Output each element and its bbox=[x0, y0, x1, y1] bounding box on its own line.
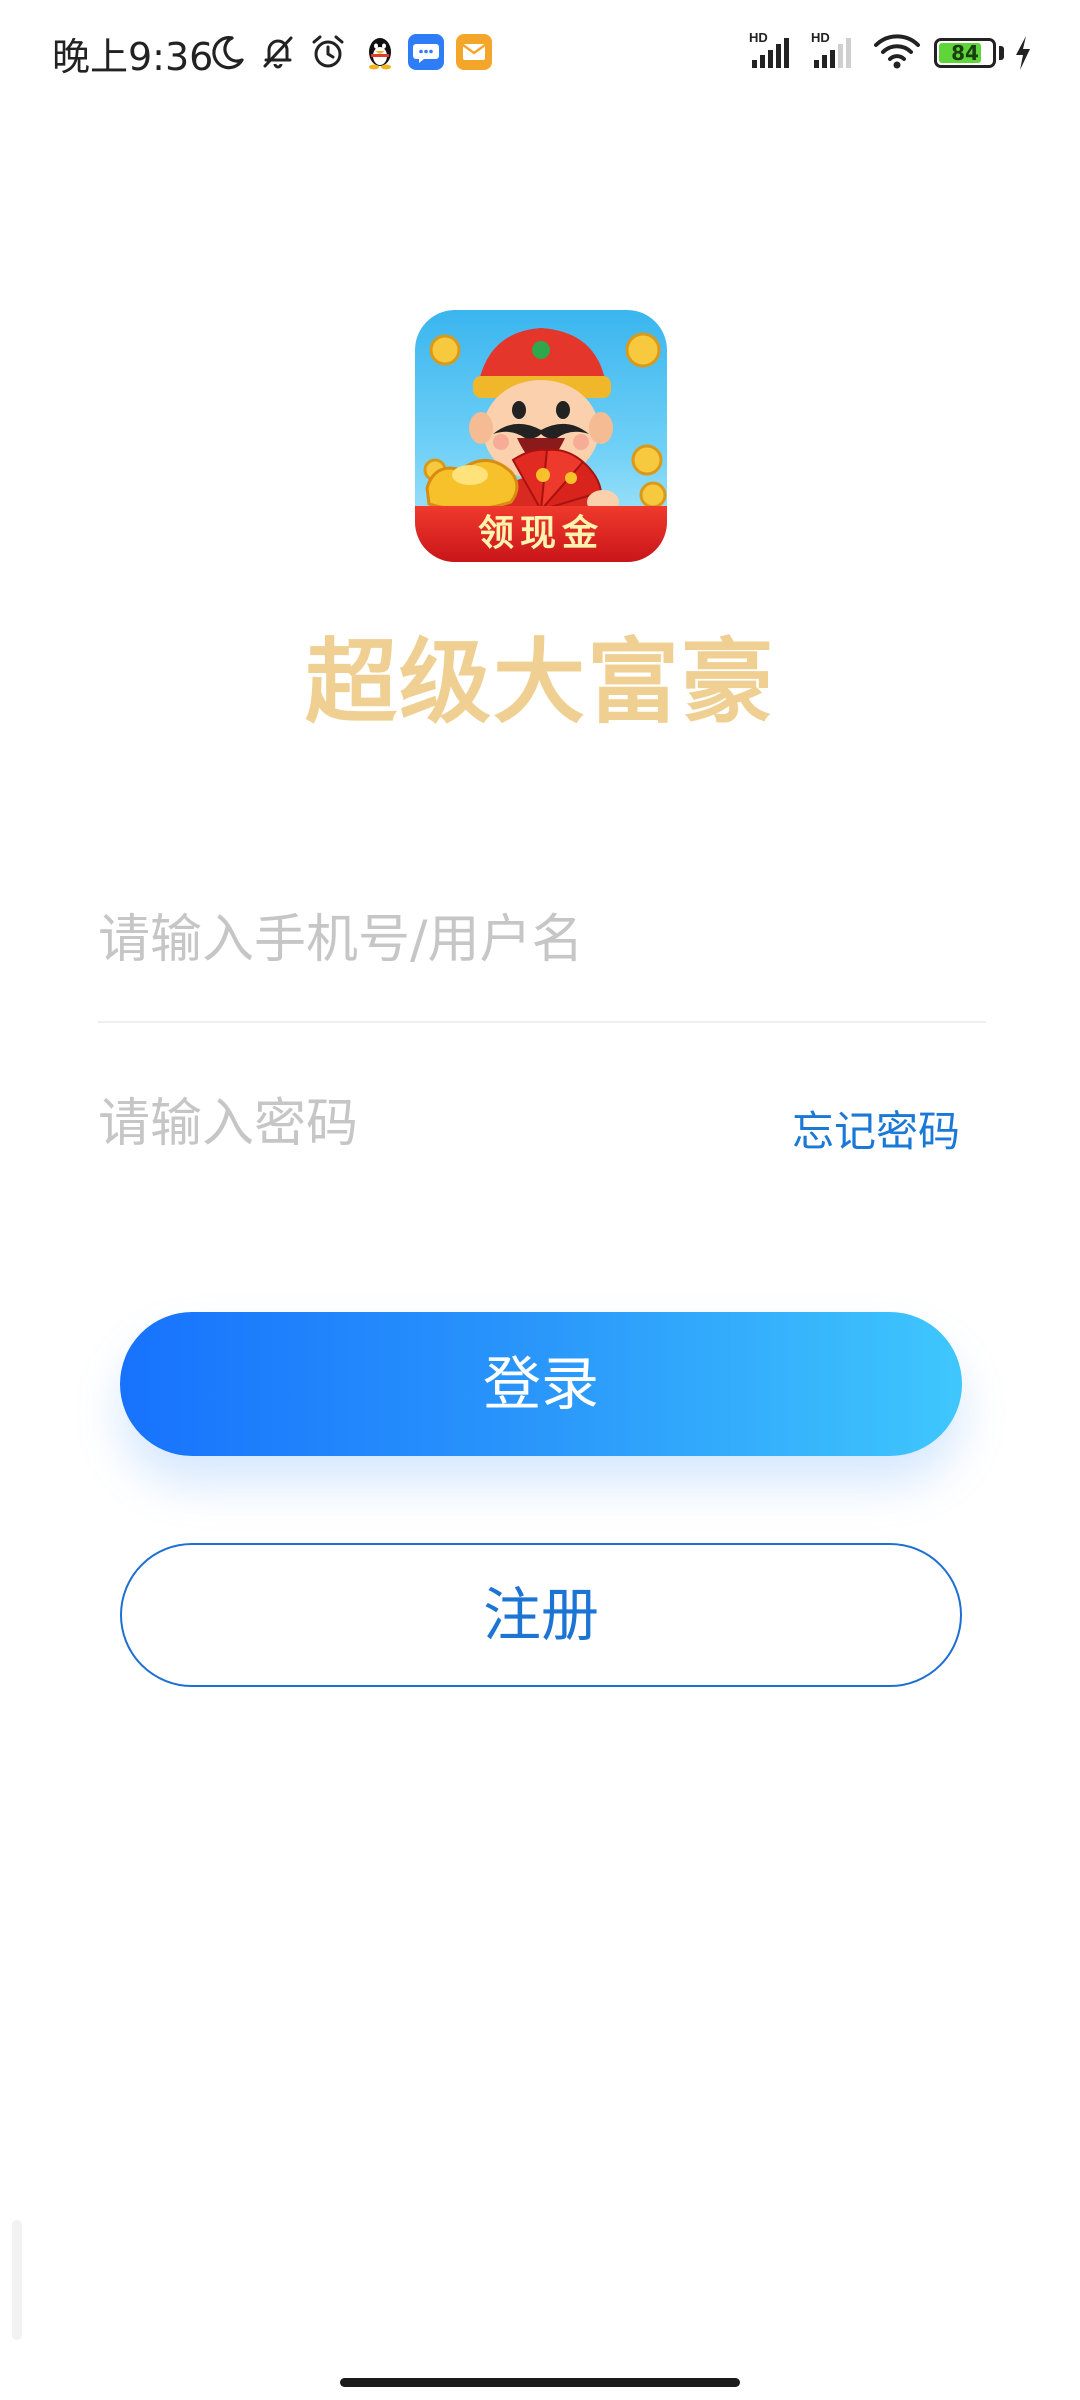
logo-banner-text: 领现金 bbox=[415, 506, 667, 562]
field-divider bbox=[98, 1021, 986, 1023]
alarm-icon bbox=[308, 32, 348, 72]
moon-icon bbox=[208, 32, 248, 72]
wifi-icon bbox=[872, 30, 922, 72]
app-logo: 领现金 bbox=[415, 310, 667, 562]
hd-signal-icon: HD bbox=[748, 30, 800, 72]
charging-icon bbox=[1012, 34, 1034, 72]
status-time: 晚上9:36 bbox=[52, 35, 214, 79]
home-indicator[interactable] bbox=[340, 2378, 740, 2387]
login-button[interactable]: 登录 bbox=[120, 1312, 962, 1456]
forgot-password-link[interactable]: 忘记密码 bbox=[792, 1098, 960, 1159]
battery-icon: 84 bbox=[934, 38, 996, 68]
username-input[interactable] bbox=[98, 880, 798, 1000]
username-field[interactable] bbox=[98, 880, 986, 1000]
hd-signal-icon: HD bbox=[810, 30, 862, 72]
register-button[interactable]: 注册 bbox=[120, 1543, 962, 1687]
battery-cap bbox=[999, 46, 1004, 60]
message-app-icon bbox=[408, 34, 444, 70]
password-field[interactable]: 忘记密码 bbox=[98, 1064, 986, 1184]
mail-app-icon bbox=[456, 34, 492, 70]
qq-penguin-icon bbox=[362, 32, 398, 72]
svg-text:HD: HD bbox=[749, 30, 768, 45]
password-input[interactable] bbox=[98, 1064, 798, 1184]
app-name: 超级大富豪 bbox=[304, 629, 775, 736]
edge-gesture-handle[interactable] bbox=[12, 2220, 22, 2340]
silent-bell-icon bbox=[258, 32, 298, 72]
status-bar: 晚上9:36 HD HD 84 bbox=[0, 0, 1080, 110]
svg-text:HD: HD bbox=[811, 30, 830, 45]
battery-level: 84 bbox=[951, 41, 979, 65]
